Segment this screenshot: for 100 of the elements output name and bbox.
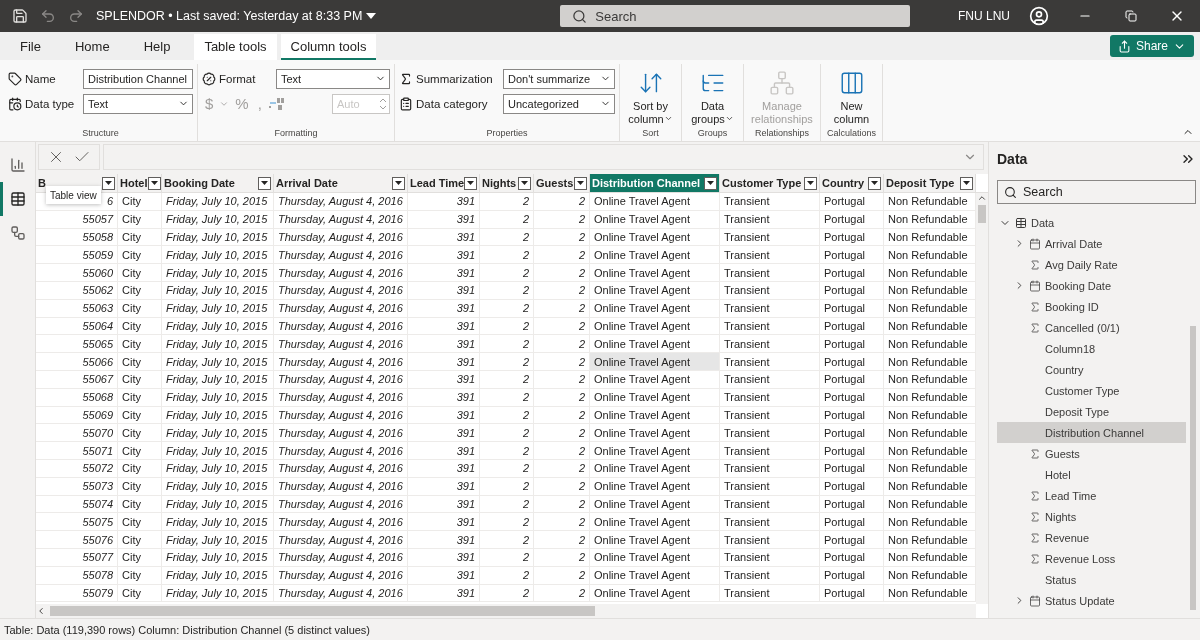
field-item[interactable]: Booking ID xyxy=(997,296,1186,317)
column-header[interactable]: Booking Date xyxy=(162,174,274,192)
sigma-icon xyxy=(1029,300,1041,313)
field-item[interactable]: Column18 xyxy=(997,338,1186,359)
field-item[interactable]: Deposit Type xyxy=(997,401,1186,422)
column-header[interactable]: Guests xyxy=(534,174,590,192)
calendar-icon xyxy=(1029,279,1041,292)
column-header[interactable]: Customer Type xyxy=(720,174,820,192)
sigma-icon xyxy=(1029,258,1041,271)
filter-dropdown-icon[interactable] xyxy=(868,176,881,190)
field-item[interactable]: Booking Date xyxy=(997,275,1186,296)
ribbon-button[interactable]: Sort by column xyxy=(624,68,677,129)
data-category-dropdown[interactable]: Uncategorized xyxy=(503,93,615,114)
format-label: Format xyxy=(219,72,256,85)
redo-icon[interactable] xyxy=(68,8,84,24)
ribbon-tab[interactable]: File xyxy=(10,34,51,60)
filter-dropdown-icon[interactable] xyxy=(518,176,531,190)
ribbon-button[interactable]: Data groups xyxy=(686,68,739,129)
field-item[interactable]: Avg Daily Rate xyxy=(997,254,1186,275)
field-item[interactable]: Nights xyxy=(997,506,1186,527)
summarization-dropdown[interactable]: Don't summarize xyxy=(503,68,615,89)
pane-title: Data xyxy=(997,151,1028,167)
ribbon-tab[interactable]: Table tools xyxy=(194,34,277,60)
name-label: Name xyxy=(25,72,56,85)
calendar-icon xyxy=(1029,594,1041,607)
horizontal-scrollbar[interactable] xyxy=(36,604,976,618)
share-button[interactable]: Share xyxy=(1109,35,1194,57)
group-label: Relationships xyxy=(754,128,810,141)
decimal-icon[interactable] xyxy=(267,95,286,112)
field-item[interactable]: Guests xyxy=(997,443,1186,464)
ribbon-tab[interactable]: Home xyxy=(64,34,120,60)
filter-dropdown-icon[interactable] xyxy=(464,176,478,190)
user-name: FNU LNU xyxy=(958,9,1010,23)
filter-dropdown-icon[interactable] xyxy=(102,176,115,190)
field-item[interactable]: Revenue xyxy=(997,527,1186,548)
filter-dropdown-icon[interactable] xyxy=(574,176,587,190)
group-label: Calculations xyxy=(826,128,877,141)
share-icon xyxy=(1117,39,1131,53)
field-item[interactable]: Distribution Channel xyxy=(997,422,1186,443)
restore-icon[interactable] xyxy=(1125,10,1137,22)
formula-field[interactable] xyxy=(103,144,984,170)
tree-item[interactable]: Data xyxy=(997,212,1186,233)
field-item[interactable]: Cancelled (0/1) xyxy=(997,317,1186,338)
filter-dropdown-icon[interactable] xyxy=(392,176,405,190)
caret-icon[interactable] xyxy=(366,13,377,19)
group-label: Sort xyxy=(641,128,660,141)
sigma-icon xyxy=(1029,489,1041,502)
data-type-dropdown[interactable]: Text xyxy=(83,93,193,114)
search-icon xyxy=(572,8,588,24)
sigma-icon xyxy=(1029,552,1041,565)
column-header[interactable]: Deposit Type xyxy=(884,174,976,192)
save-icon[interactable] xyxy=(12,8,28,24)
ribbon-button[interactable]: New column xyxy=(825,68,878,129)
field-item[interactable]: Arrival Date xyxy=(997,233,1186,254)
sigma-icon xyxy=(1029,321,1041,334)
column-header[interactable]: Arrival Date xyxy=(274,174,408,192)
field-item[interactable]: Status Update xyxy=(997,590,1186,611)
spinner-icon[interactable] xyxy=(380,97,386,110)
filter-dropdown-icon[interactable] xyxy=(147,176,161,190)
tag-icon xyxy=(8,71,22,86)
field-item[interactable]: Revenue Loss xyxy=(997,548,1186,569)
avatar-icon[interactable] xyxy=(1029,6,1049,26)
field-item[interactable]: Hotel xyxy=(997,464,1186,485)
status-bar: Table: Data (119,390 rows) Column: Distribution Channel (5 distinct values) xyxy=(0,618,1200,640)
vertical-scrollbar[interactable] xyxy=(976,193,988,604)
undo-icon[interactable] xyxy=(40,8,56,24)
data-category-label: Data category xyxy=(416,97,488,110)
ribbon-tab[interactable]: Column tools xyxy=(280,34,377,60)
format-dropdown[interactable]: Text xyxy=(276,68,390,89)
field-item[interactable]: Lead Time xyxy=(997,485,1186,506)
sigma-icon xyxy=(1029,531,1041,544)
scroll-up-icon[interactable] xyxy=(977,193,987,203)
field-item[interactable]: Status xyxy=(997,569,1186,590)
name-field[interactable]: Distribution Channel xyxy=(83,68,193,89)
column-header[interactable]: Country xyxy=(820,174,884,192)
filter-dropdown-icon[interactable] xyxy=(704,176,717,190)
window-title: SPLENDOR • Last saved: Yesterday at 8:33 PM xyxy=(96,9,363,23)
group-label: Groups xyxy=(696,128,729,141)
ribbon-tab[interactable]: Help xyxy=(133,34,181,60)
filter-dropdown-icon[interactable] xyxy=(804,176,817,190)
field-item[interactable]: Customer Type xyxy=(997,380,1186,401)
column-header[interactable]: Hotel xyxy=(118,174,162,192)
filter-dropdown-icon[interactable] xyxy=(258,176,271,190)
format-icon xyxy=(202,71,216,86)
model-icon xyxy=(9,225,26,241)
calendar-icon xyxy=(1029,237,1041,250)
field-item[interactable]: Country xyxy=(997,359,1186,380)
column-header[interactable]: Nights xyxy=(480,174,534,192)
column-header[interactable]: Distribution Channel xyxy=(590,174,720,192)
search-field[interactable]: Search xyxy=(997,180,1196,204)
table-icon xyxy=(9,191,26,207)
search-field[interactable]: Search xyxy=(560,5,911,27)
table-icon xyxy=(1015,216,1027,229)
filter-dropdown-icon[interactable] xyxy=(960,176,973,190)
tooltip: Table view xyxy=(46,186,101,204)
scroll-left-icon[interactable] xyxy=(36,606,46,616)
search-icon xyxy=(1004,185,1017,199)
column-header[interactable]: Lead Time xyxy=(408,174,480,192)
sigma-icon xyxy=(1029,510,1041,523)
scroll-thumb[interactable] xyxy=(978,205,986,223)
